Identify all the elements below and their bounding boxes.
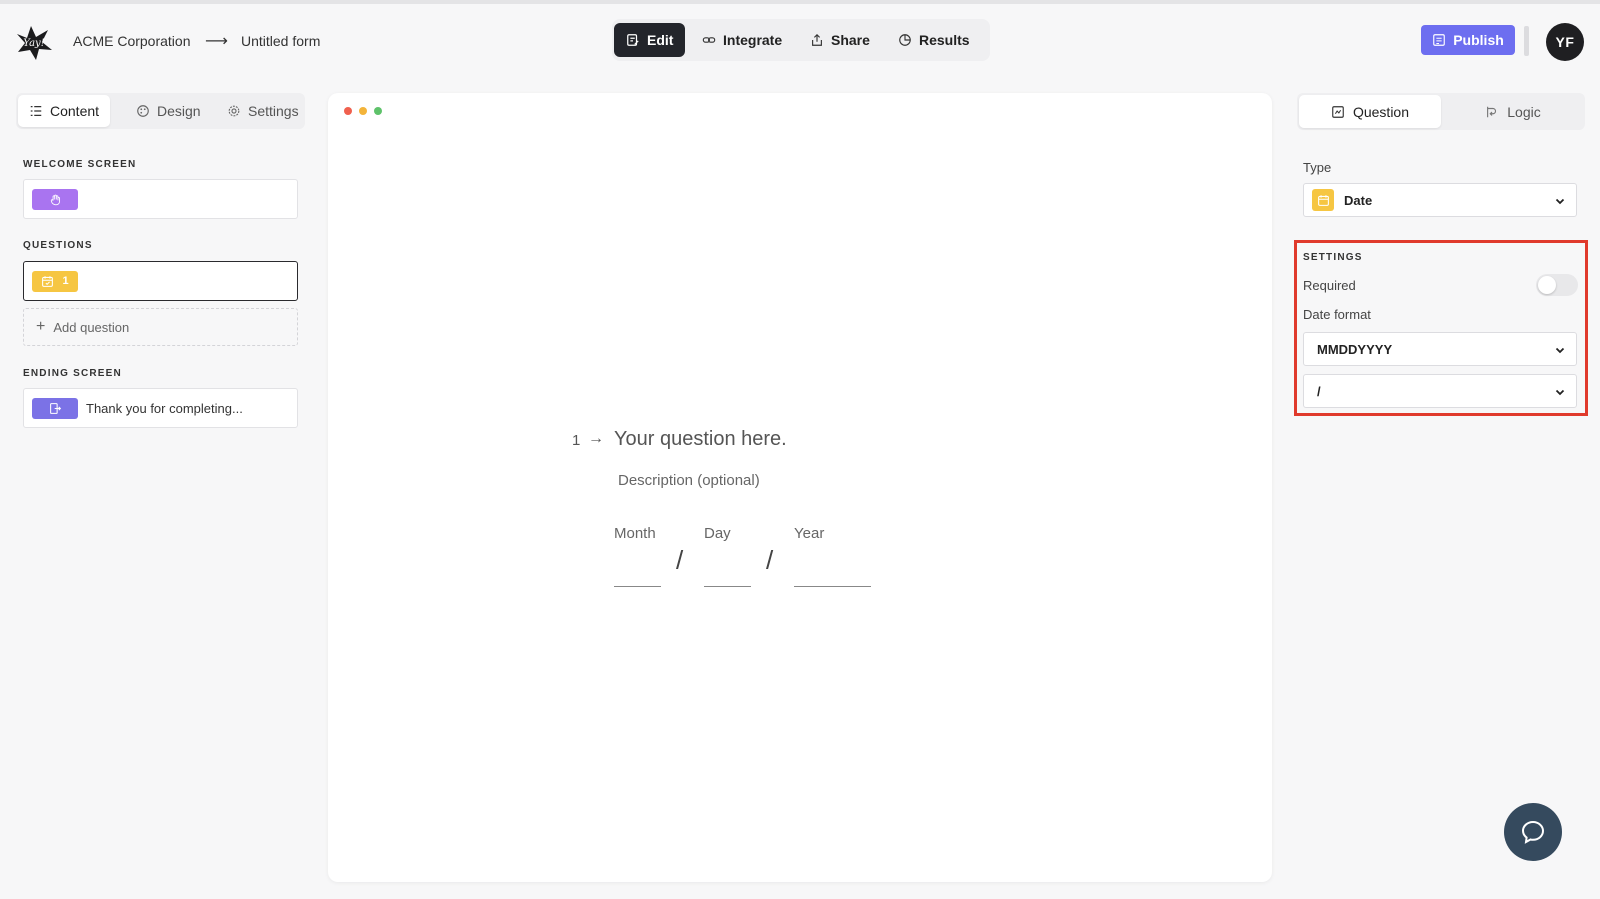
preview-question-description[interactable]: Description (optional) — [618, 472, 760, 489]
avatar[interactable]: YF — [1546, 23, 1584, 61]
questions-label: QUESTIONS — [23, 240, 93, 251]
tab-settings[interactable]: Settings — [216, 95, 310, 127]
ending-badge — [32, 397, 78, 419]
publish-icon — [1433, 34, 1446, 46]
header-divider — [1524, 26, 1529, 56]
settings-label: SETTINGS — [1303, 252, 1363, 263]
hand-icon — [50, 194, 60, 205]
date-separator-select[interactable]: / — [1303, 374, 1577, 408]
breadcrumb-form-name[interactable]: Untitled form — [241, 33, 320, 49]
list-icon — [30, 106, 42, 116]
window-dots — [344, 107, 382, 115]
tab-question[interactable]: Question — [1299, 95, 1441, 128]
svg-text:Yay!: Yay! — [23, 38, 44, 49]
calendar-icon — [42, 275, 54, 287]
question-icon — [1332, 105, 1344, 118]
tab-question-label: Question — [1352, 103, 1410, 120]
welcome-screen-label: WELCOME SCREEN — [23, 159, 137, 170]
publish-button[interactable]: Publish — [1421, 25, 1515, 55]
welcome-badge — [32, 188, 78, 210]
exit-icon — [49, 402, 61, 414]
date-format-value: MMDDYYYY — [1317, 341, 1393, 357]
tab-design-label: Design — [157, 103, 201, 119]
add-question-label: Add question — [53, 319, 130, 335]
ending-screen-card[interactable]: Thank you for completing... — [23, 388, 298, 428]
tab-integrate[interactable]: Integrate — [690, 23, 794, 57]
chevron-down-icon — [1555, 198, 1565, 205]
year-input[interactable] — [794, 586, 871, 587]
tab-edit[interactable]: Edit — [614, 23, 686, 57]
tab-design[interactable]: Design — [125, 95, 212, 127]
right-panel-tabs: Question Logic — [1297, 93, 1585, 130]
question-card[interactable]: 1 — [23, 261, 298, 301]
dot-yellow — [359, 107, 367, 115]
date-separator-1: / — [676, 545, 684, 575]
ending-screen-text: Thank you for completing... — [86, 400, 243, 416]
tab-share-label: Share — [831, 32, 870, 48]
date-type-badge — [1312, 189, 1334, 211]
chart-icon — [899, 34, 911, 46]
tab-results-label: Results — [919, 32, 970, 48]
chevron-down-icon — [1555, 389, 1565, 396]
tab-logic-label: Logic — [1507, 103, 1541, 120]
mode-switcher: Edit Integrate Share Results — [612, 19, 990, 61]
ending-screen-label: ENDING SCREEN — [23, 368, 122, 379]
tab-integrate-label: Integrate — [723, 32, 783, 48]
date-separator-value: / — [1317, 383, 1321, 399]
add-question-button[interactable]: + Add question — [23, 308, 298, 346]
chevron-down-icon — [1555, 347, 1565, 354]
gear-icon — [228, 105, 240, 117]
header: Yay! ACME Corporation ⟶ Untitled form Ed… — [0, 4, 1600, 76]
edit-icon — [627, 34, 639, 46]
welcome-screen-card[interactable] — [23, 179, 298, 219]
chat-bubble-icon — [1521, 820, 1545, 844]
year-label: Year — [794, 525, 825, 542]
breadcrumb-separator: ⟶ — [205, 33, 228, 50]
calendar-icon — [1317, 194, 1329, 206]
preview-question-number: 1 — [572, 432, 581, 449]
required-toggle[interactable] — [1536, 274, 1578, 296]
date-question-badge: 1 — [32, 270, 78, 292]
tab-settings-label: Settings — [248, 103, 299, 119]
tab-results[interactable]: Results — [886, 23, 982, 57]
link-icon — [702, 37, 716, 43]
tab-content-label: Content — [50, 103, 100, 119]
breadcrumb-org[interactable]: ACME Corporation — [73, 33, 191, 49]
question-number: 1 — [62, 275, 69, 287]
form-preview-canvas — [328, 93, 1272, 882]
date-separator-2: / — [766, 545, 774, 575]
tab-share[interactable]: Share — [798, 23, 882, 57]
type-label: Type — [1303, 160, 1332, 175]
tab-content[interactable]: Content — [18, 95, 111, 127]
help-chat-button[interactable] — [1504, 803, 1562, 861]
left-panel-tabs: Content Design Settings — [16, 93, 305, 129]
plus-icon: + — [36, 318, 46, 335]
share-icon — [812, 33, 822, 46]
publish-button-label: Publish — [1453, 32, 1504, 48]
tab-logic[interactable]: Logic — [1443, 95, 1583, 128]
required-label: Required — [1303, 278, 1356, 293]
month-label: Month — [614, 525, 656, 542]
yay-forms-logo[interactable]: Yay! — [14, 22, 54, 62]
day-label: Day — [704, 525, 731, 542]
question-type-select[interactable]: Date — [1303, 183, 1577, 217]
logic-icon — [1487, 106, 1497, 117]
dot-green — [374, 107, 382, 115]
question-type-value: Date — [1344, 192, 1373, 208]
date-format-label: Date format — [1303, 307, 1371, 322]
dot-red — [344, 107, 352, 115]
palette-icon — [137, 105, 149, 117]
day-input[interactable] — [704, 586, 751, 587]
tab-edit-label: Edit — [647, 32, 674, 48]
preview-arrow: → — [588, 430, 604, 447]
date-format-select[interactable]: MMDDYYYY — [1303, 332, 1577, 366]
preview-question-title[interactable]: Your question here. — [614, 428, 787, 451]
month-input[interactable] — [614, 586, 661, 587]
